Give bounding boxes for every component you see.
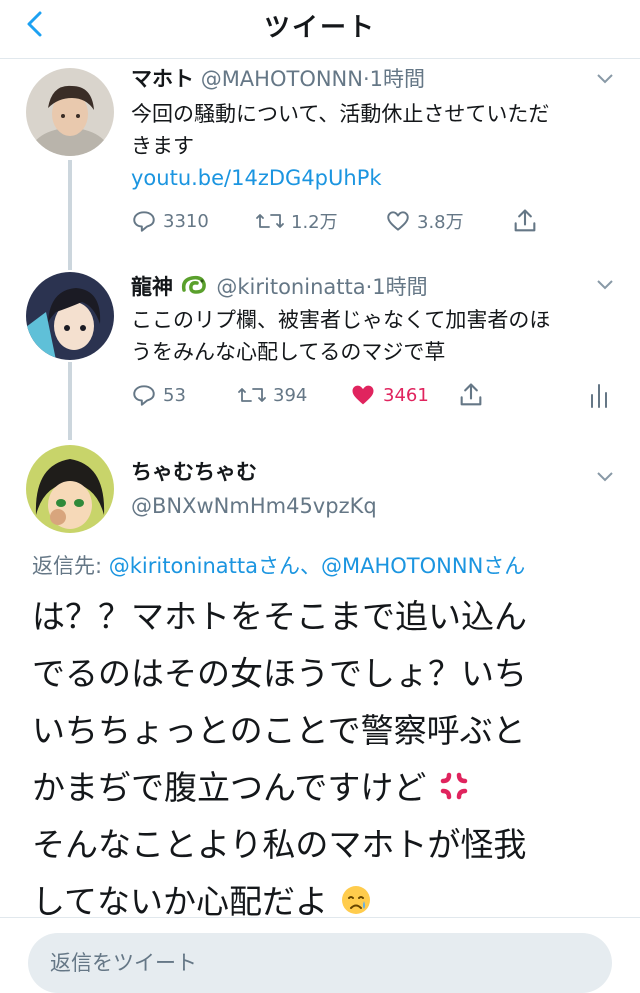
tweet-text-line: きます — [131, 134, 194, 158]
like-button[interactable]: 3.8万 — [385, 206, 464, 236]
tweet-text-line: うをみんな心配してるのマジで草 — [131, 340, 446, 364]
chevron-down-icon[interactable] — [593, 464, 617, 488]
reply-prefix: 返信先: — [32, 554, 109, 578]
reply-button[interactable]: 3310 — [131, 206, 209, 236]
tweet-text-line-with-emoji: してないか心配だよ — [32, 873, 622, 930]
tweet-text-line: ここのリプ欄、被害者じゃなくて加害者のほ — [131, 308, 551, 332]
reply-compose-field[interactable]: 返信をツイート — [28, 933, 612, 993]
tweet-header: 龍神 @kiritoninatta·1時間 — [131, 272, 428, 300]
user-handle[interactable]: @MAHOTONNN — [201, 67, 363, 91]
thread-line — [68, 362, 72, 440]
heart-icon — [387, 211, 409, 231]
share-icon — [460, 383, 482, 406]
dragon-emoji-icon — [181, 275, 206, 294]
handle-row: @BNXwNmHm45vpzKq — [131, 493, 377, 519]
avatar[interactable] — [26, 272, 114, 360]
timestamp[interactable]: 1時間 — [372, 275, 427, 299]
display-name-row: ちゃむちゃむ — [131, 459, 257, 485]
tweet-text-line: は？？マホトをそこまで追い込ん — [32, 597, 527, 636]
timestamp[interactable]: 1時間 — [370, 67, 425, 91]
heart-filled-icon — [352, 385, 374, 405]
reply-count: 3310 — [163, 210, 209, 232]
tweet-text-line: でるのはその女ほうでしょ？いち — [32, 654, 527, 693]
chevron-down-icon[interactable] — [593, 66, 617, 90]
tweet-text: ここのリプ欄、被害者じゃなくて加害者のほ うをみんな心配してるのマジで草 — [131, 304, 611, 368]
user-handle[interactable]: @BNXwNmHm45vpzKq — [131, 494, 377, 518]
reply-count: 53 — [163, 384, 186, 406]
display-name[interactable]: マホト — [131, 67, 194, 91]
reply-context: 返信先: @kiritoninattaさん、@MAHOTONNNさん — [32, 550, 525, 580]
tweet-text-line: いちちょっとのことで警察呼ぶと — [32, 711, 526, 750]
like-button[interactable]: 3461 — [349, 380, 429, 410]
reply-icon — [133, 385, 155, 406]
share-icon — [514, 209, 536, 232]
mention-link[interactable]: @kiritoninatta — [109, 554, 258, 578]
like-count: 3.8万 — [417, 212, 464, 233]
avatar[interactable] — [26, 68, 114, 156]
analytics-icon — [591, 384, 607, 408]
tweet-text-line: してないか心配だよ — [32, 882, 329, 921]
like-count: 3461 — [383, 384, 429, 406]
mention-link[interactable]: @MAHOTONNN — [321, 554, 483, 578]
reply-icon — [133, 211, 155, 232]
retweet-icon — [238, 388, 266, 402]
share-button[interactable] — [457, 380, 485, 410]
analytics-button[interactable] — [587, 380, 611, 410]
retweet-count: 394 — [273, 384, 308, 406]
display-name[interactable]: ちゃむちゃむ — [131, 460, 257, 484]
retweet-count: 1.2万 — [291, 212, 338, 233]
tweet-actions: 53 394 3461 — [131, 380, 611, 410]
crying-face-icon — [341, 886, 370, 914]
user-handle[interactable]: @kiritoninatta — [216, 275, 365, 299]
separator: · — [362, 67, 370, 91]
retweet-icon — [256, 214, 284, 228]
thread-line — [68, 160, 72, 270]
avatar[interactable] — [26, 445, 114, 533]
main-tweet-text: は？？マホトをそこまで追い込ん でるのはその女ほうでしょ？いち いちちょっとのこ… — [32, 588, 622, 930]
mention-suffix: さん、 — [257, 554, 321, 578]
page-title: ツイート — [263, 13, 376, 43]
tweet-text: 今回の騒動について、活動休止させていただ きます youtu.be/14zDG4… — [131, 98, 611, 194]
reply-button[interactable]: 53 — [131, 380, 186, 410]
tweet-header: マホト @MAHOTONNN·1時間 — [131, 66, 425, 92]
chevron-down-icon[interactable] — [593, 272, 617, 296]
display-name[interactable]: 龍神 — [131, 275, 173, 299]
top-bar: ツイート — [0, 0, 640, 59]
divider — [0, 917, 640, 918]
share-button[interactable] — [511, 206, 539, 236]
tweet-link[interactable]: youtu.be/14zDG4pUhPk — [131, 162, 611, 194]
retweet-button[interactable]: 394 — [237, 380, 307, 410]
retweet-button[interactable]: 1.2万 — [255, 206, 338, 236]
tweet-text-line: 今回の騒動について、活動休止させていただ — [131, 102, 550, 126]
tweet-text-line-with-emoji: かまぢで腹立つんですけど — [32, 759, 622, 816]
anger-symbol-icon — [440, 772, 468, 800]
tweet-text-line: そんなことより私のマホトが怪我 — [32, 825, 527, 864]
tweet-text-line: かまぢで腹立つんですけど — [32, 768, 427, 807]
mention-suffix: さん — [483, 554, 526, 578]
tweet-actions: 3310 1.2万 3.8万 — [131, 206, 611, 236]
